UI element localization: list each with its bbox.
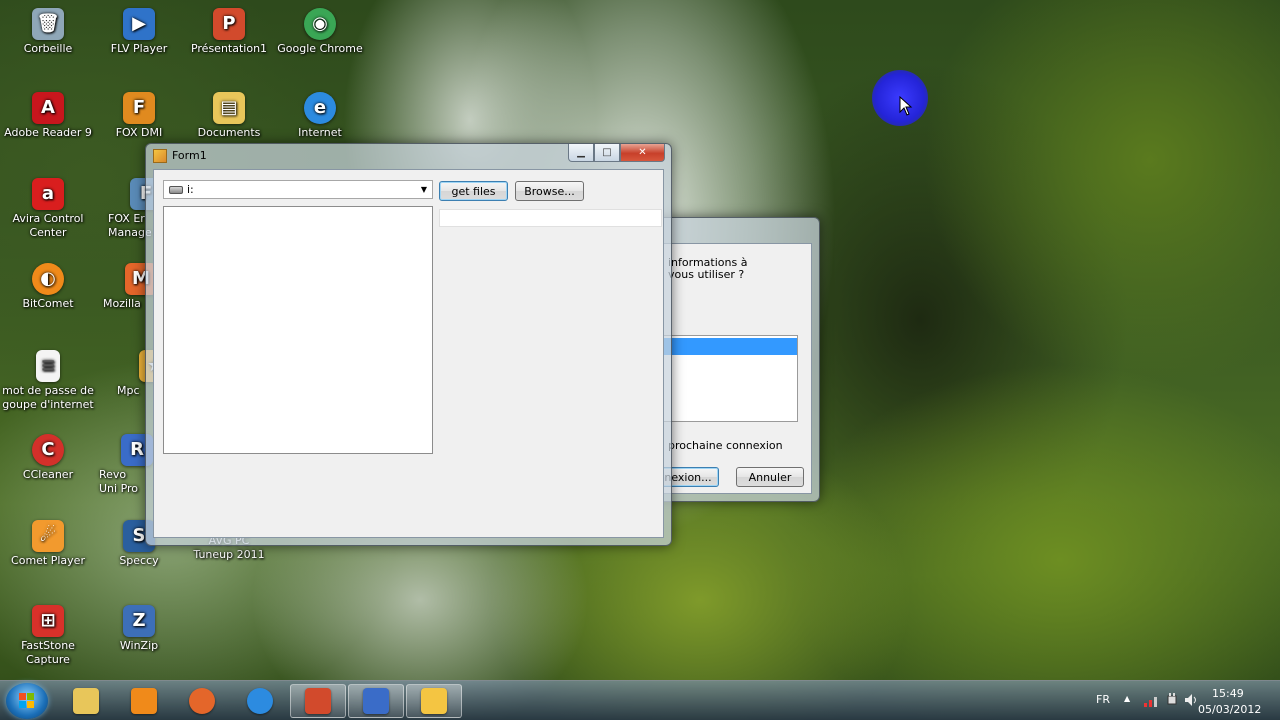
chrome-icon: ◉ — [304, 8, 336, 40]
ccleaner-icon: C — [32, 434, 64, 466]
desktop-icon-corbeille[interactable]: 🗑 Corbeille — [0, 8, 96, 56]
form1-titlebar[interactable]: Form1 ▁ □ ✕ — [146, 144, 671, 169]
dialog-cancel-button[interactable]: Annuler — [736, 467, 804, 487]
taskbar-form-app[interactable] — [406, 684, 462, 718]
path-textbox[interactable] — [439, 209, 662, 227]
chevron-down-icon[interactable]: ▼ — [416, 185, 432, 194]
signal-strength-icon[interactable] — [1143, 693, 1161, 707]
minimize-icon: ▁ — [577, 147, 585, 158]
taskbar-firefox[interactable] — [174, 684, 230, 718]
browse-button[interactable]: Browse... — [515, 181, 584, 201]
powerpoint-icon — [305, 688, 331, 714]
dialog-remember-label[interactable]: prochaine connexion — [668, 440, 783, 452]
internet-explorer-icon — [247, 688, 273, 714]
volume-icon[interactable] — [1183, 692, 1199, 708]
clock-date[interactable]: 05/03/2012 — [1198, 703, 1261, 716]
desktop-icon-flv-player[interactable]: ▶ FLV Player — [91, 8, 187, 56]
flv-player-icon: ▶ — [123, 8, 155, 40]
files-listbox[interactable] — [163, 206, 433, 454]
avira-icon: a — [32, 178, 64, 210]
close-icon: ✕ — [638, 147, 647, 158]
get-files-button[interactable]: get files — [439, 181, 508, 201]
dialog-list-selected-item[interactable] — [658, 338, 797, 355]
desktop-icon-label: Revo Uni Pro — [99, 468, 139, 495]
desktop-icon-winzip[interactable]: Z WinZip — [91, 605, 187, 653]
dialog-connection-list[interactable] — [657, 335, 798, 422]
desktop-icon-label: Corbeille — [23, 42, 73, 55]
explorer-icon — [73, 688, 99, 714]
form1-client-area: i: ▼ get files Browse... — [153, 169, 664, 538]
network-icon — [363, 688, 389, 714]
desktop-icon-label: WinZip — [119, 639, 159, 652]
faststone-capture-icon: ⊞ — [32, 605, 64, 637]
desktop-icon-adobe-reader[interactable]: A Adobe Reader 9 — [0, 92, 96, 140]
windows-logo-icon — [19, 693, 35, 709]
start-button[interactable] — [6, 683, 48, 719]
desktop-icon-label: Internet — [298, 126, 342, 139]
maximize-button[interactable]: □ — [594, 144, 620, 162]
desktop-icon-label: Adobe Reader 9 — [4, 126, 92, 139]
comet-player-icon: ☄ — [32, 520, 64, 552]
taskbar-media-player[interactable] — [116, 684, 172, 718]
maximize-icon: □ — [602, 147, 612, 158]
taskbar-explorer[interactable] — [58, 684, 114, 718]
desktop-icon-label: FastStone Capture — [21, 639, 75, 666]
window-controls: ▁ □ ✕ — [568, 144, 665, 162]
firefox-icon — [189, 688, 215, 714]
form-app-icon — [421, 688, 447, 714]
clock-time[interactable]: 15:49 — [1212, 687, 1244, 700]
mouse-cursor-icon — [899, 96, 913, 116]
minimize-button[interactable]: ▁ — [568, 144, 594, 162]
recycle-bin-icon: 🗑 — [32, 8, 64, 40]
desktop-icon-label: Présentation1 — [190, 42, 268, 55]
language-indicator[interactable]: FR — [1096, 693, 1110, 706]
power-plug-icon[interactable] — [1165, 692, 1179, 708]
desktop-icon-presentation1[interactable]: P Présentation1 — [181, 8, 277, 56]
desktop-icon-documents[interactable]: ▤ Documents — [181, 92, 277, 140]
drive-icon — [169, 185, 183, 194]
desktop-icon-faststone[interactable]: ⊞ FastStone Capture — [0, 605, 96, 667]
powerpoint-file-icon: P — [213, 8, 245, 40]
desktop-icon-label: Google Chrome — [277, 42, 363, 55]
show-hidden-icons-icon[interactable]: ▲ — [1124, 694, 1130, 703]
drive-combobox-value: i: — [187, 183, 194, 196]
taskbar-powerpoint[interactable] — [290, 684, 346, 718]
form-app-icon — [153, 149, 167, 163]
desktop-icon-google-chrome[interactable]: ◉ Google Chrome — [272, 8, 368, 56]
desktop-icon-label: Speccy — [119, 554, 159, 567]
adobe-reader-icon: A — [32, 92, 64, 124]
folder-icon: ▤ — [213, 92, 245, 124]
desktop-icon-label: Documents — [197, 126, 261, 139]
form1-title: Form1 — [172, 149, 207, 162]
taskbar: FR ▲ 15:49 05/03/2012 — [0, 680, 1280, 720]
desktop-icon-label: FOX DMI — [115, 126, 163, 139]
desktop-icon-label: Comet Player — [11, 554, 85, 567]
desktop-icon-internet[interactable]: e Internet — [272, 92, 368, 140]
fox-dmi-icon: F — [123, 92, 155, 124]
desktop-icon-comet-player[interactable]: ☄ Comet Player — [0, 520, 96, 568]
bitcomet-icon: ◐ — [32, 263, 64, 295]
drive-combobox[interactable]: i: ▼ — [163, 180, 433, 199]
taskbar-network[interactable] — [348, 684, 404, 718]
taskbar-internet-explorer[interactable] — [232, 684, 288, 718]
text-file-icon: ≡ — [36, 350, 60, 382]
dialog-prompt-line2: vous utiliser ? — [668, 268, 745, 281]
desktop-icon-label: FOX Er Manage — [108, 212, 152, 239]
internet-icon: e — [304, 92, 336, 124]
media-player-icon — [131, 688, 157, 714]
close-button[interactable]: ✕ — [620, 144, 665, 162]
winzip-icon: Z — [123, 605, 155, 637]
form1-window[interactable]: Form1 ▁ □ ✕ i: ▼ get files Browse... — [145, 143, 672, 546]
desktop-icon-fox-dmi[interactable]: F FOX DMI — [91, 92, 187, 140]
desktop-icon-label: FLV Player — [110, 42, 168, 55]
